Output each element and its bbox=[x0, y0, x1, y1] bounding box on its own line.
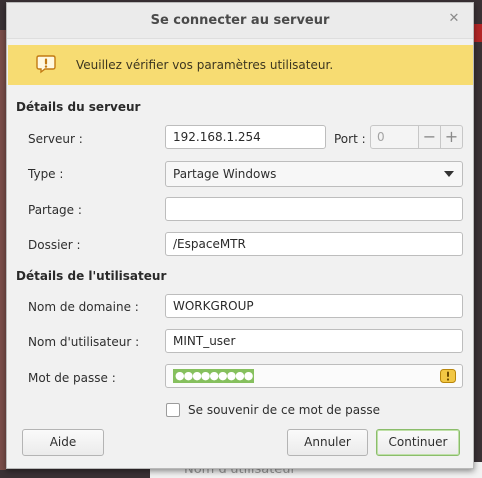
folder-label: Dossier : bbox=[28, 238, 81, 252]
password-mask: ●●●●●●●●● bbox=[173, 369, 255, 383]
port-input[interactable]: 0 bbox=[370, 125, 419, 149]
password-input[interactable]: ●●●●●●●●● bbox=[165, 364, 463, 388]
connect-to-server-dialog: Se connecter au serveur ✕ Veuillez vérif… bbox=[6, 2, 474, 469]
remember-password-checkbox[interactable] bbox=[166, 403, 180, 417]
titlebar: Se connecter au serveur ✕ bbox=[7, 3, 473, 39]
password-label: Mot de passe : bbox=[28, 371, 116, 385]
share-label: Partage : bbox=[28, 203, 82, 217]
domain-input[interactable]: WORKGROUP bbox=[165, 294, 463, 318]
type-selected-value: Partage Windows bbox=[173, 167, 277, 181]
warning-icon bbox=[36, 55, 56, 74]
server-label: Serveur : bbox=[28, 132, 83, 146]
close-button[interactable]: ✕ bbox=[445, 10, 463, 28]
dropdown-arrow-icon bbox=[444, 171, 454, 177]
port-decrement-button[interactable]: − bbox=[418, 125, 441, 149]
background-window-edge bbox=[474, 24, 482, 42]
warning-infobar: Veuillez vérifier vos paramètres utilisa… bbox=[8, 45, 473, 85]
help-button[interactable]: Aide bbox=[22, 429, 104, 456]
dialog-title: Se connecter au serveur bbox=[150, 13, 330, 28]
username-input[interactable]: MINT_user bbox=[165, 329, 463, 353]
port-label: Port : bbox=[334, 132, 366, 146]
caps-lock-warning-icon bbox=[440, 369, 456, 383]
connect-button[interactable]: Continuer bbox=[376, 429, 460, 456]
domain-label: Nom de domaine : bbox=[28, 300, 139, 314]
username-label: Nom d'utilisateur : bbox=[28, 335, 140, 349]
warning-message: Veuillez vérifier vos paramètres utilisa… bbox=[76, 58, 334, 72]
cancel-button[interactable]: Annuler bbox=[287, 429, 368, 456]
user-details-heading: Détails de l'utilisateur bbox=[16, 269, 167, 283]
server-details-heading: Détails du serveur bbox=[16, 100, 141, 114]
server-input[interactable]: 192.168.1.254 bbox=[165, 125, 326, 149]
port-increment-button[interactable]: + bbox=[440, 125, 463, 149]
type-dropdown[interactable]: Partage Windows bbox=[165, 161, 463, 187]
type-label: Type : bbox=[28, 167, 64, 181]
share-input[interactable] bbox=[165, 197, 463, 221]
remember-password-label[interactable]: Se souvenir de ce mot de passe bbox=[188, 403, 380, 417]
folder-input[interactable]: /EspaceMTR bbox=[165, 232, 463, 256]
